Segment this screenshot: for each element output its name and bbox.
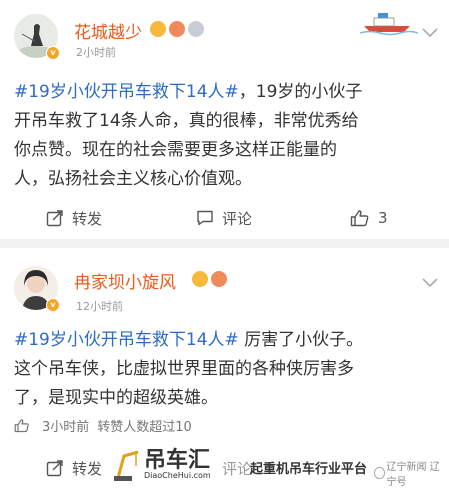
likes-summary[interactable]: 转赞人数超过10: [97, 416, 192, 435]
repost-button[interactable]: 转发: [46, 198, 102, 238]
source-watermark: 辽宁新闻 辽宁号: [374, 458, 449, 488]
like-button[interactable]: 3: [350, 198, 388, 238]
medal-icon: [188, 21, 204, 37]
username[interactable]: 花城越少: [74, 18, 142, 43]
fan-badge-icon: [211, 271, 227, 287]
comment-icon: [197, 210, 213, 226]
repost-icon: [46, 460, 63, 477]
meta-time: 3小时前: [42, 420, 90, 435]
post-time: 2小时前: [76, 46, 116, 59]
comment-button[interactable]: 评论: [222, 448, 252, 488]
watermark-brand: 吊车汇: [144, 448, 211, 473]
repost-icon: [46, 210, 63, 227]
topic-link[interactable]: #19岁小伙开吊车救下14人#: [14, 82, 239, 102]
post-text: #19岁小伙开吊车救下14人#，19岁的小伙子 开吊车救了14条人命，真的很棒，…: [14, 82, 363, 189]
boat-card-decoration-icon: [360, 13, 418, 36]
user-badges: [192, 271, 227, 287]
small-thumbs-up-icon: [14, 419, 29, 433]
crane-logo-icon: [114, 450, 139, 481]
comment-button[interactable]: 评论: [196, 198, 252, 238]
post-text: #19岁小伙开吊车救下14人# 厉害了小伙子。 这个吊车侠，比虚拟世界里面的各种…: [14, 330, 364, 408]
watermark-domain: DiaoCheHui.com: [144, 471, 211, 480]
action-bar: 转发 评论 3: [0, 198, 449, 238]
weibo-post-1: v 花城越少 2小时前 #19岁小伙开吊车救下14人#，19岁的小伙子 开吊车救…: [0, 0, 449, 239]
post-time: 12小时前: [76, 300, 123, 313]
topic-link[interactable]: #19岁小伙开吊车救下14人#: [14, 330, 239, 350]
post-meta: 3小时前 转赞人数超过10: [14, 416, 192, 435]
diaochehui-watermark: 吊车汇 DiaoCheHui.com: [112, 448, 211, 482]
like-count: 3: [378, 209, 388, 227]
username[interactable]: 冉家坝小旋风: [74, 268, 176, 293]
user-badges: [150, 21, 204, 37]
verified-badge-icon: v: [46, 298, 60, 312]
chevron-down-icon[interactable]: [422, 278, 438, 288]
repost-button[interactable]: 转发: [46, 448, 102, 488]
verified-badge-icon: v: [46, 46, 60, 60]
watermark-slogan: 起重机吊车行业平台: [250, 462, 368, 477]
weibo-post-2: v 冉家坝小旋风 12小时前 #19岁小伙开吊车救下14人# 厉害了小伙子。 这…: [0, 248, 449, 492]
fan-badge-icon: [169, 21, 185, 37]
vip-crown-icon: [150, 21, 166, 37]
chevron-down-icon[interactable]: [422, 28, 438, 38]
vip-crown-icon: [192, 271, 208, 287]
source-logo-icon: [374, 467, 385, 479]
thumbs-up-icon: [350, 210, 369, 227]
